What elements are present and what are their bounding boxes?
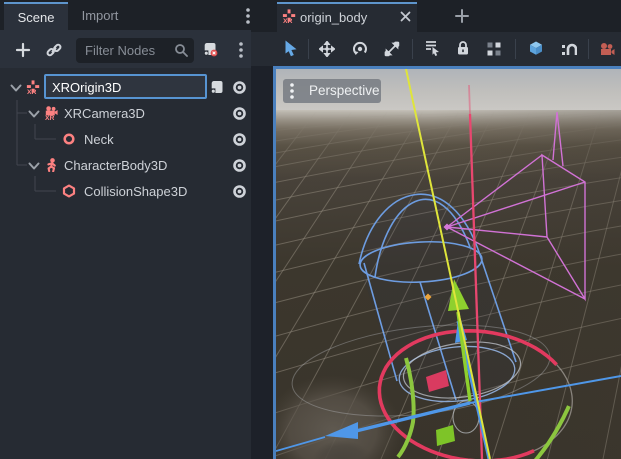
svg-text:XR: XR: [283, 18, 293, 23]
svg-text:XR: XR: [45, 115, 55, 120]
svg-text:XR: XR: [27, 89, 37, 94]
